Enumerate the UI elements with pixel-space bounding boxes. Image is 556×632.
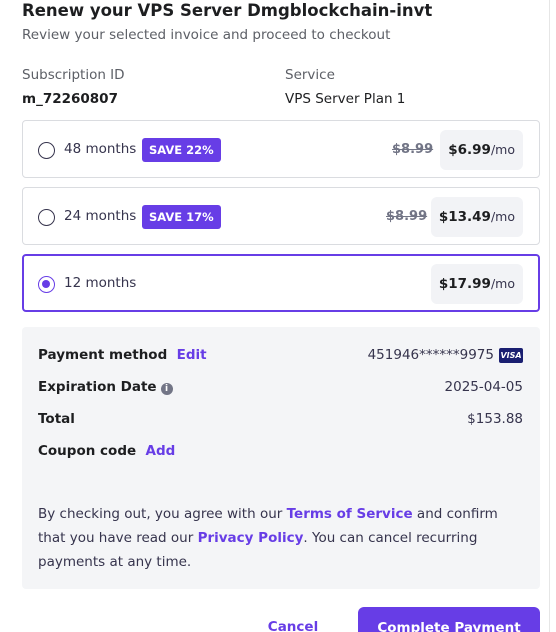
payment-method-label: Payment method xyxy=(38,347,168,363)
radio-button[interactable] xyxy=(38,142,55,159)
price-box: $6.99/mo xyxy=(440,130,523,170)
service-label: Service xyxy=(285,67,335,83)
plan-label: 12 months xyxy=(64,275,137,291)
modal-title: Renew your VPS Server Dmgblockchain-invt xyxy=(22,1,433,20)
price-period: /mo xyxy=(490,276,515,291)
total-value: $153.88 xyxy=(467,411,523,427)
price-value: $6.99 xyxy=(448,142,491,158)
coupon-row: Coupon code Add xyxy=(38,443,175,459)
payment-method-row: Payment method Edit xyxy=(38,347,207,363)
radio-button[interactable] xyxy=(38,209,55,226)
subscription-id-value: m_72260807 xyxy=(22,91,118,107)
save-badge: SAVE 17% xyxy=(142,205,221,229)
plan-label: 48 months xyxy=(64,141,137,157)
expiration-row: Expiration Date i xyxy=(38,379,173,395)
expiration-label: Expiration Date xyxy=(38,379,157,395)
legal-text-part: By checking out, you agree with our xyxy=(38,506,287,522)
price-box: $17.99/mo xyxy=(430,264,523,304)
modal-subtitle: Review your selected invoice and proceed… xyxy=(22,27,391,43)
price-period: /mo xyxy=(490,142,515,157)
total-label: Total xyxy=(38,411,75,427)
complete-payment-button[interactable]: Complete Payment xyxy=(358,607,540,632)
plan-option-24-months[interactable]: 24 months SAVE 17% $8.99 $13.49/mo xyxy=(22,187,540,245)
card-info: 451946******9975 VISA xyxy=(368,347,523,363)
legal-text: By checking out, you agree with our Term… xyxy=(38,502,524,574)
subscription-id-label: Subscription ID xyxy=(22,67,125,83)
radio-button-selected[interactable] xyxy=(38,276,55,293)
price-period: /mo xyxy=(490,209,515,224)
privacy-policy-link[interactable]: Privacy Policy xyxy=(198,530,304,546)
old-price: $8.99 xyxy=(386,209,428,224)
add-coupon-link[interactable]: Add xyxy=(146,443,176,459)
modal-edge-divider xyxy=(549,0,550,632)
card-number: 451946******9975 xyxy=(367,347,494,363)
order-summary: Payment method Edit 451946******9975 VISA… xyxy=(22,327,540,589)
plan-option-12-months[interactable]: 12 months $17.99/mo xyxy=(22,254,540,312)
plan-option-48-months[interactable]: 48 months SAVE 22% $8.99 $6.99/mo xyxy=(22,120,540,178)
old-price: $8.99 xyxy=(392,142,434,157)
price-value: $17.99 xyxy=(438,276,491,292)
expiration-value: 2025-04-05 xyxy=(444,379,523,395)
plan-label: 24 months xyxy=(64,208,137,224)
price-box: $13.49/mo xyxy=(430,197,523,237)
visa-card-icon: VISA xyxy=(499,348,523,363)
coupon-label: Coupon code xyxy=(38,443,137,459)
terms-of-service-link[interactable]: Terms of Service xyxy=(287,506,413,522)
info-icon[interactable]: i xyxy=(160,383,173,395)
edit-payment-link[interactable]: Edit xyxy=(177,347,207,363)
cancel-button[interactable]: Cancel xyxy=(255,607,331,632)
service-value: VPS Server Plan 1 xyxy=(285,91,406,107)
save-badge: SAVE 22% xyxy=(142,138,221,162)
price-value: $13.49 xyxy=(438,209,491,225)
